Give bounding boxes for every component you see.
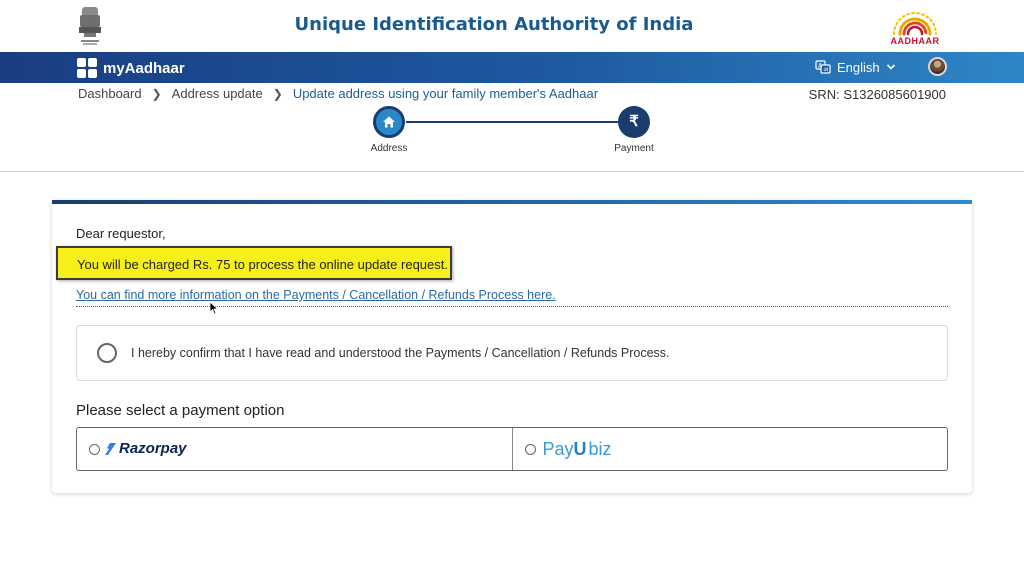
payu-u-text: U: [573, 439, 587, 459]
home-icon: [383, 116, 395, 128]
chevron-right-icon: ❯: [151, 86, 162, 101]
step-label-payment: Payment: [614, 143, 654, 154]
razorpay-label: Razorpay: [119, 440, 187, 457]
confirm-radio[interactable]: [97, 343, 117, 363]
confirm-text: I hereby confirm that I have read and un…: [131, 346, 670, 360]
aadhaar-logo-text: AADHAAR: [890, 36, 940, 46]
rupee-icon: ₹: [629, 113, 639, 130]
payments-info-link[interactable]: You can find more information on the Pay…: [76, 288, 556, 302]
brand-name: myAadhaar: [103, 59, 185, 77]
top-header: Unique Identification Authority of India…: [0, 0, 1024, 52]
brand[interactable]: myAadhaar: [77, 58, 185, 78]
progress-stepper: ₹ Address Payment: [0, 106, 1024, 166]
confirmation-box[interactable]: I hereby confirm that I have read and un…: [76, 325, 948, 381]
payubiz-logo: Pay U biz: [543, 439, 612, 460]
header-divider: [0, 171, 1024, 172]
language-selector[interactable]: A अ English: [815, 59, 896, 75]
breadcrumb-address-update[interactable]: Address update: [172, 86, 263, 101]
apps-grid-icon: [77, 58, 97, 78]
razorpay-icon: [105, 442, 116, 455]
translate-icon: A अ: [815, 60, 831, 74]
razorpay-logo: Razorpay: [105, 440, 187, 457]
payubiz-radio[interactable]: [524, 444, 536, 455]
language-label: English: [837, 59, 880, 75]
org-title: Unique Identification Authority of India: [294, 14, 694, 35]
charge-notice: You will be charged Rs. 75 to process th…: [56, 246, 452, 280]
breadcrumb-current: Update address using your family member'…: [292, 86, 599, 101]
step-payment: ₹: [618, 106, 650, 138]
srn-number: SRN: S1326085601900: [808, 87, 946, 102]
aadhaar-sun-icon: [893, 12, 937, 36]
breadcrumb-dashboard[interactable]: Dashboard: [78, 86, 142, 101]
avatar[interactable]: [928, 57, 947, 76]
payment-option-title: Please select a payment option: [76, 402, 285, 419]
payment-option-payubiz[interactable]: Pay U biz: [511, 428, 948, 470]
payment-option-razorpay[interactable]: Razorpay: [77, 428, 512, 470]
payment-options: Razorpay Pay U biz: [76, 427, 948, 471]
razorpay-radio[interactable]: [89, 444, 100, 455]
greeting: Dear requestor,: [76, 226, 166, 241]
payu-pay-text: Pay: [542, 439, 574, 459]
step-label-address: Address: [370, 143, 408, 154]
breadcrumb: Dashboard ❯ Address update ❯ Update addr…: [78, 86, 598, 101]
step-address: [373, 106, 405, 138]
aadhaar-logo: AADHAAR: [884, 4, 946, 48]
payment-card: Dear requestor, You will be charged Rs. …: [52, 200, 972, 493]
mouse-cursor-icon: [209, 301, 219, 315]
svg-text:अ: अ: [824, 67, 829, 74]
dotted-divider: [76, 306, 948, 307]
chevron-right-icon: ❯: [272, 86, 283, 101]
stepper-connector: [406, 121, 618, 123]
chevron-down-icon: [886, 64, 895, 70]
payu-biz-text: biz: [588, 439, 612, 459]
navbar: myAadhaar A अ English: [0, 52, 1024, 83]
